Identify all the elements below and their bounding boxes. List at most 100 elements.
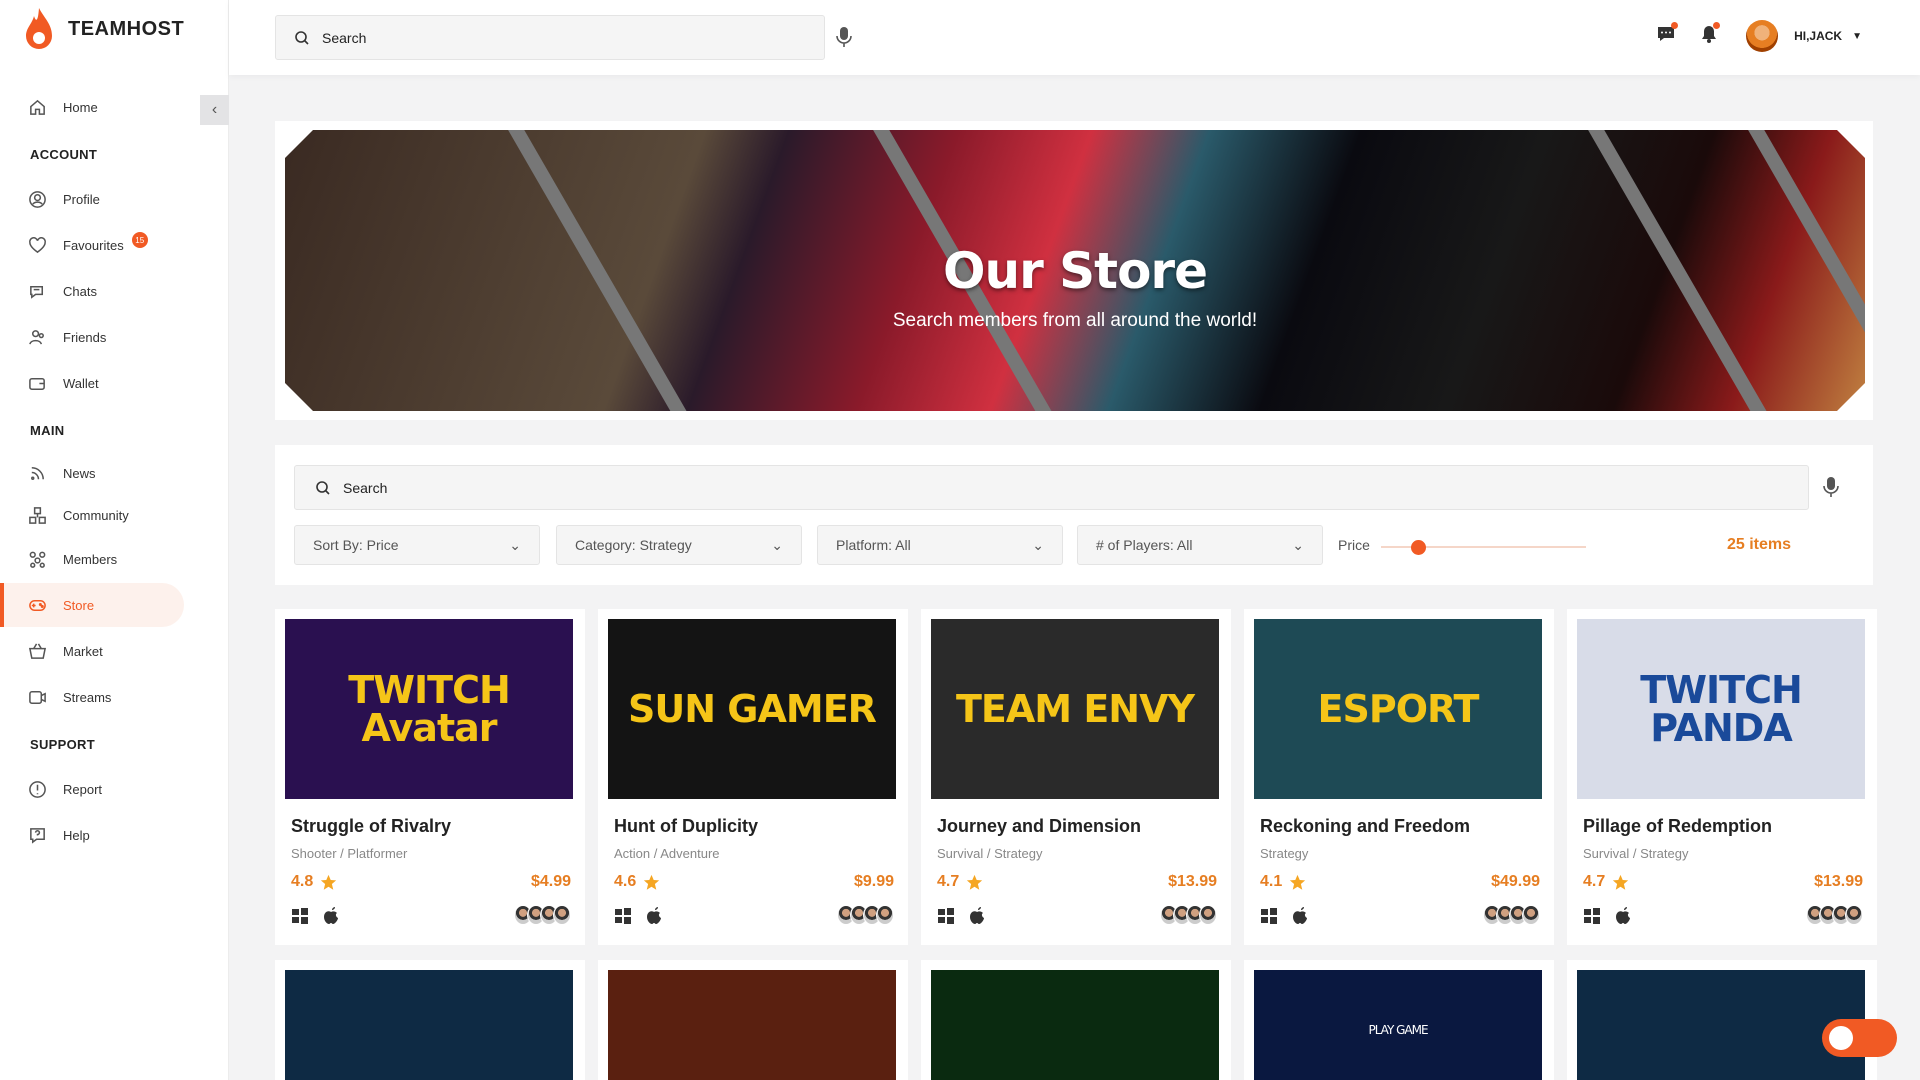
game-price: $49.99	[1491, 873, 1540, 890]
game-cover[interactable]: PLAY GAME	[1254, 970, 1542, 1080]
star-icon	[321, 874, 337, 890]
sidebar-item-wallet[interactable]: Wallet	[28, 372, 99, 394]
sidebar-item-label: Community	[63, 507, 129, 523]
banner-corner	[285, 130, 313, 158]
game-price: $13.99	[1168, 873, 1217, 890]
star-icon	[967, 874, 983, 890]
game-card[interactable]	[275, 960, 585, 1080]
sidebar-item-streams[interactable]: Streams	[28, 686, 111, 708]
game-card[interactable]: SUN GAMER Hunt of Duplicity Action / Adv…	[598, 609, 908, 945]
collapse-sidebar-button[interactable]: ‹	[200, 95, 229, 125]
game-card[interactable]: TWITCH Avatar Struggle of Rivalry Shoote…	[275, 609, 585, 945]
messages-button[interactable]	[1656, 21, 1679, 49]
sidebar-item-friends[interactable]: Friends	[28, 326, 106, 348]
sidebar-item-profile[interactable]: Profile	[28, 188, 100, 210]
user-area: HI,JACK ▼	[1656, 20, 1862, 52]
players-select[interactable]: # of Players: All ⌄	[1077, 525, 1323, 565]
sidebar-item-label: News	[63, 465, 96, 481]
player-avatars	[1806, 905, 1863, 925]
logo[interactable]: TEAMHOST	[24, 6, 184, 52]
avatar	[1522, 905, 1540, 925]
game-card[interactable]	[921, 960, 1231, 1080]
game-title[interactable]: Struggle of Rivalry	[291, 816, 451, 837]
sidebar-item-help[interactable]: Help	[28, 824, 90, 846]
game-rating: 4.7	[1583, 873, 1629, 891]
game-card[interactable]	[1567, 960, 1877, 1080]
sidebar-item-news[interactable]: News	[28, 462, 96, 484]
star-icon	[1613, 874, 1629, 890]
game-cover[interactable]: ESPORT	[1254, 619, 1542, 799]
player-avatars	[514, 905, 571, 925]
chevron-down-icon: ⌄	[509, 536, 521, 553]
user-menu[interactable]: HI,JACK ▼	[1794, 29, 1862, 43]
game-title[interactable]: Reckoning and Freedom	[1260, 816, 1470, 837]
windows-icon	[292, 908, 308, 924]
platform-value: Platform: All	[836, 537, 911, 553]
notifications-indicator	[1713, 21, 1721, 29]
game-card[interactable]: ESPORT Reckoning and Freedom Strategy 4.…	[1244, 609, 1554, 945]
banner-corner	[1837, 383, 1865, 411]
game-card[interactable]: TWITCH PANDA Pillage of Redemption Survi…	[1567, 609, 1877, 945]
category-select[interactable]: Category: Strategy ⌄	[556, 525, 802, 565]
theme-toggle[interactable]	[1822, 1019, 1897, 1057]
top-search-input[interactable]: Search	[275, 15, 825, 60]
game-card[interactable]: TEAM ENVY Journey and Dimension Survival…	[921, 609, 1231, 945]
section-support: SUPPORT	[30, 737, 95, 752]
rating-value: 4.1	[1260, 873, 1283, 890]
chat-icon	[30, 285, 44, 299]
platform-select[interactable]: Platform: All ⌄	[817, 525, 1063, 565]
sidebar-item-chats[interactable]: Chats	[28, 280, 97, 302]
player-avatars	[837, 905, 894, 925]
sidebar-item-home[interactable]: Home	[28, 96, 98, 118]
avatar	[553, 905, 571, 925]
game-title[interactable]: Pillage of Redemption	[1583, 816, 1772, 837]
sidebar-item-label: Profile	[63, 191, 100, 207]
game-cover[interactable]: TWITCH PANDA	[1577, 619, 1865, 799]
microphone-icon[interactable]	[836, 26, 852, 48]
game-price: $13.99	[1814, 873, 1863, 890]
game-cover[interactable]	[608, 970, 896, 1080]
game-price: $9.99	[853, 873, 894, 890]
chevron-down-icon: ⌄	[1032, 536, 1044, 553]
price-slider-handle[interactable]	[1410, 540, 1426, 555]
store-search-input[interactable]: Search	[294, 465, 1809, 510]
sidebar-item-label: Help	[63, 827, 90, 843]
store-banner: Our Store Search members from all around…	[275, 121, 1873, 420]
sidebar-item-report[interactable]: Report	[28, 778, 102, 800]
app-name: TEAMHOST	[68, 17, 185, 40]
game-cover[interactable]	[285, 970, 573, 1080]
avatar	[876, 905, 894, 925]
rating-value: 4.7	[1583, 873, 1606, 890]
microphone-icon[interactable]	[1823, 476, 1839, 498]
game-cover[interactable]: SUN GAMER	[608, 619, 896, 799]
sidebar-item-store[interactable]: Store	[28, 594, 94, 616]
game-card[interactable]	[598, 960, 908, 1080]
top-search-placeholder: Search	[322, 29, 367, 46]
sidebar-item-members[interactable]: Members	[28, 548, 117, 570]
avatar[interactable]	[1746, 20, 1779, 52]
user-greeting: HI,JACK	[1794, 29, 1843, 43]
category-value: Category: Strategy	[575, 537, 692, 553]
sidebar-item-community[interactable]: Community	[28, 504, 129, 526]
user-circle-icon	[29, 190, 46, 208]
sidebar-item-favourites[interactable]: Favourites 15	[28, 232, 148, 256]
friends-icon	[29, 329, 44, 344]
game-title[interactable]: Hunt of Duplicity	[614, 816, 758, 837]
game-cover[interactable]	[1577, 970, 1865, 1080]
platform-icons	[1583, 907, 1631, 925]
sidebar-item-label: Store	[63, 597, 95, 613]
sidebar-item-market[interactable]: Market	[28, 640, 103, 662]
game-card[interactable]: PLAY GAME	[1244, 960, 1554, 1080]
game-cover[interactable]: TWITCH Avatar	[285, 619, 573, 799]
game-cover[interactable]: TEAM ENVY	[931, 619, 1219, 799]
sidebar-item-label: Streams	[63, 689, 112, 705]
platform-icons	[937, 907, 985, 925]
notifications-button[interactable]	[1700, 21, 1721, 49]
basket-icon	[28, 643, 47, 659]
section-account: ACCOUNT	[30, 147, 98, 162]
game-title[interactable]: Journey and Dimension	[937, 816, 1141, 837]
game-cover[interactable]	[931, 970, 1219, 1080]
sort-value: Sort By: Price	[313, 537, 399, 553]
game-cover-art: TWITCH PANDA	[1640, 668, 1803, 750]
sort-select[interactable]: Sort By: Price ⌄	[294, 525, 540, 565]
